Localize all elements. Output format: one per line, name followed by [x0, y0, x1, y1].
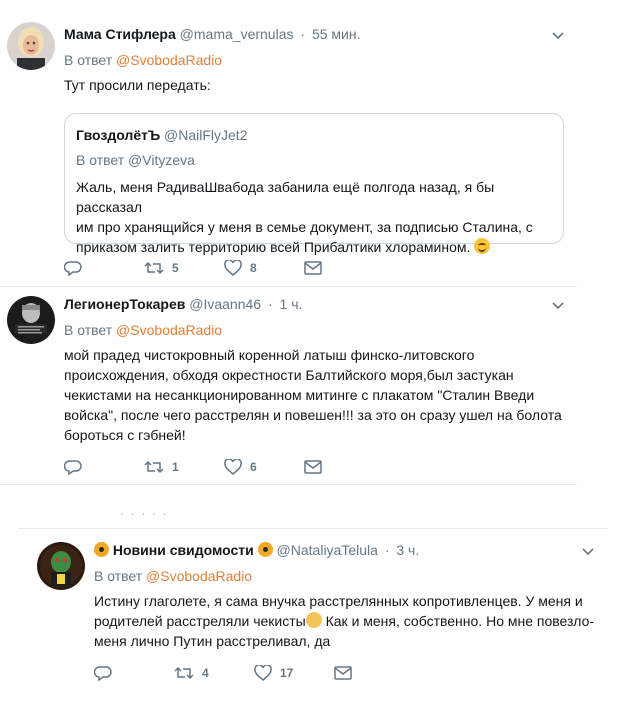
quote-reply-prefix: В ответ — [76, 152, 125, 168]
tweet-text-line: бороться с гэбней! — [64, 427, 186, 443]
author-name[interactable]: ЛегионерТокарев — [64, 296, 185, 312]
retweet-icon — [174, 666, 194, 680]
timestamp[interactable]: 55 мин. — [312, 26, 361, 42]
chevron-down-icon[interactable] — [552, 302, 564, 310]
separator-dot: · — [300, 26, 306, 42]
tweet-header: ЛегионерТокарев @Ivaann46 · 1 ч. — [64, 296, 302, 312]
author-handle[interactable]: @mama_vernulas — [180, 26, 294, 42]
reply-prefix: В ответ — [64, 52, 113, 68]
tweet-divider — [0, 484, 577, 485]
separator-dot: · — [384, 542, 390, 558]
tweet-3: Новини свидомости @NataliyaTelula · 3 ч.… — [20, 529, 620, 709]
author-handle[interactable]: @NataliyaTelula — [277, 542, 378, 558]
tweet-text-line: Истину глаголете, я сама внучка расстрел… — [94, 593, 583, 609]
reply-context: В ответ @SvobodaRadio — [64, 52, 222, 68]
tweet-text-line: происхождения, обходя окрестности Балтий… — [64, 367, 514, 383]
reply-button[interactable] — [94, 663, 112, 683]
chevron-down-icon[interactable] — [582, 548, 594, 556]
facepalm-emoji-icon — [305, 612, 322, 628]
radioactive-icon — [94, 542, 109, 557]
like-button[interactable]: 17 — [254, 663, 293, 683]
like-count: 6 — [250, 460, 257, 474]
tweet-text: Тут просили передать: — [64, 77, 211, 93]
like-count: 17 — [280, 666, 294, 680]
radioactive-icon — [257, 542, 273, 557]
reply-mention-link[interactable]: @SvobodaRadio — [116, 322, 222, 338]
retweet-count: 5 — [172, 261, 179, 275]
smile-emoji-icon — [474, 238, 491, 254]
avatar[interactable] — [37, 542, 85, 590]
tweet-actions: 4 17 — [94, 663, 394, 683]
message-icon — [334, 666, 352, 680]
retweet-count: 1 — [172, 460, 179, 474]
reply-button[interactable] — [64, 258, 82, 278]
message-button[interactable] — [334, 663, 352, 683]
tweet-text-line-start: родителей расстреляли чекисты — [94, 613, 306, 629]
separator-dot: · — [267, 296, 273, 312]
chevron-down-icon[interactable] — [552, 32, 564, 40]
tweet-text-line: чекистами на несанкционированном митинге… — [64, 387, 535, 403]
retweet-button[interactable]: 4 — [174, 663, 209, 683]
like-icon — [224, 260, 242, 276]
reply-mention-link[interactable]: @SvobodaRadio — [116, 52, 222, 68]
reply-context: В ответ @SvobodaRadio — [94, 568, 252, 584]
tweet-text-line-end: Как и меня, собственно. Но мне повезло- — [321, 613, 595, 629]
tweet-text-line: войска", после чего расстрелян и повешен… — [64, 407, 562, 423]
reply-context: В ответ @SvobodaRadio — [64, 322, 222, 338]
reply-icon — [64, 261, 82, 276]
like-button[interactable]: 8 — [224, 258, 257, 278]
quote-reply-context: В ответ @Vityzeva — [76, 152, 195, 168]
tweet-actions: 5 8 — [64, 258, 364, 278]
tweet-text: Истину глаголете, я сама внучка расстрел… — [94, 591, 614, 651]
tweet-1: Мама Стифлера @mama_vernulas · 55 мин. В… — [0, 0, 595, 286]
tweet-text: мой прадед чистокровный коренной латыш ф… — [64, 345, 574, 445]
author-name[interactable]: Мама Стифлера — [64, 26, 176, 42]
like-button[interactable]: 6 — [224, 457, 257, 477]
quote-text-line: им про хранящийся у меня в семье докумен… — [76, 219, 533, 235]
quoted-tweet[interactable]: ГвоздолётЪ @NailFlyJet2 В ответ @Vityzev… — [64, 113, 564, 255]
retweet-button[interactable]: 5 — [144, 258, 179, 278]
like-count: 8 — [250, 261, 257, 275]
retweet-button[interactable]: 1 — [144, 457, 179, 477]
quote-text-line: Жаль, меня РадиваШвабода забанила ещё по… — [76, 179, 495, 215]
tweet-actions: 1 6 — [64, 457, 364, 477]
tweet-text-line: мой прадед чистокровный коренной латыш ф… — [64, 347, 475, 363]
tweet-text-line: меня лично Путин расстреливал, да — [94, 633, 331, 649]
author-handle[interactable]: @Ivaann46 — [189, 296, 261, 312]
retweet-icon — [144, 261, 164, 275]
retweet-count: 4 — [202, 666, 209, 680]
message-button[interactable] — [304, 457, 322, 477]
timestamp[interactable]: 3 ч. — [396, 542, 419, 558]
retweet-icon — [144, 460, 164, 474]
quote-text-line: приказом залить территорию всей Прибалти… — [76, 237, 556, 257]
like-icon — [254, 665, 272, 681]
author-name[interactable]: Новини свидомости — [113, 542, 254, 558]
reply-button[interactable] — [64, 457, 82, 477]
avatar[interactable] — [7, 296, 55, 344]
message-button[interactable] — [304, 258, 322, 278]
reply-mention-link[interactable]: @SvobodaRadio — [146, 568, 252, 584]
reply-icon — [94, 666, 112, 681]
quote-header: ГвоздолётЪ @NailFlyJet2 — [76, 127, 247, 143]
quote-text: Жаль, меня РадиваШвабода забанила ещё по… — [76, 177, 556, 257]
quote-reply-mention: @Vityzeva — [128, 152, 195, 168]
tweet-2: ЛегионерТокарев @Ivaann46 · 1 ч. В ответ… — [0, 287, 595, 483]
quote-author-name: ГвоздолётЪ — [76, 127, 161, 143]
reply-prefix: В ответ — [64, 322, 113, 338]
avatar[interactable] — [7, 22, 55, 70]
reply-icon — [64, 460, 82, 475]
quote-text-line-content: приказом залить территорию всей Прибалти… — [76, 239, 471, 255]
tweet-text-line: родителей расстреляли чекисты Как и меня… — [94, 611, 614, 631]
quote-author-handle: @NailFlyJet2 — [164, 127, 248, 143]
message-icon — [304, 261, 322, 275]
tweet-header: Новини свидомости @NataliyaTelula · 3 ч. — [94, 542, 419, 558]
thread-separator: · · · · · — [120, 508, 169, 520]
like-icon — [224, 459, 242, 475]
tweet-header: Мама Стифлера @mama_vernulas · 55 мин. — [64, 26, 360, 42]
timestamp[interactable]: 1 ч. — [280, 296, 303, 312]
message-icon — [304, 460, 322, 474]
reply-prefix: В ответ — [94, 568, 143, 584]
